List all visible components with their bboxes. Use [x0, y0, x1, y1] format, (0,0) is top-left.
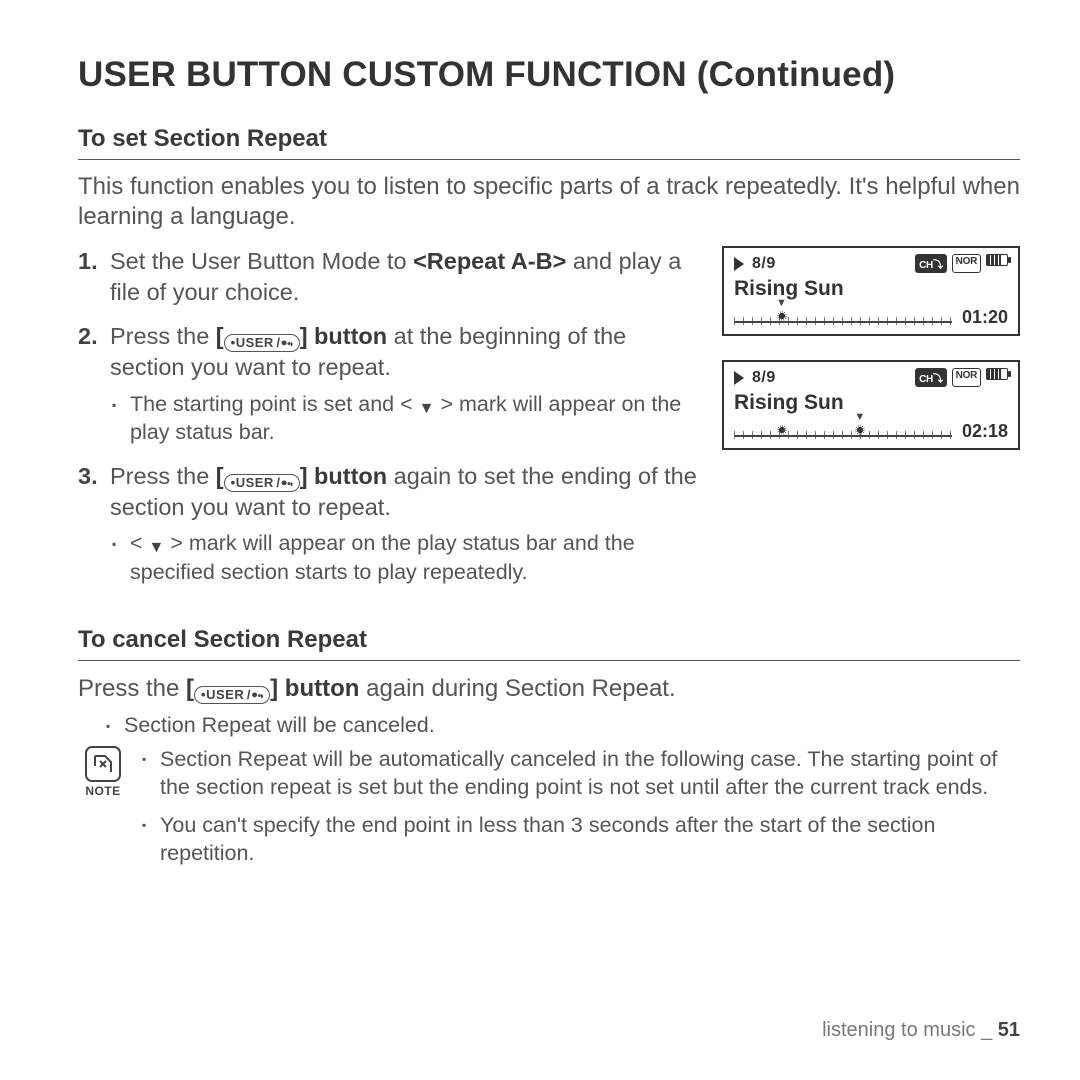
step-2-text-a: Press the [110, 323, 216, 349]
divider [78, 660, 1020, 661]
step-list: Set the User Button Mode to <Repeat A-B>… [78, 246, 704, 586]
play-icon [734, 371, 744, 385]
progress-bar [734, 426, 952, 440]
subheading-cancel: To cancel Section Repeat [78, 626, 1020, 654]
marker-b-icon [852, 420, 868, 436]
marker-a-icon [774, 420, 790, 436]
note-item-1: Section Repeat will be automatically can… [142, 746, 1020, 802]
badge-ch: CH⤵ [915, 368, 947, 387]
user-button-icon: USER [224, 474, 300, 492]
track-counter: 8/9 [752, 369, 776, 387]
step-3-button-ref: [USER] button [216, 463, 387, 489]
time-elapsed: 01:20 [962, 307, 1008, 328]
play-icon [734, 257, 744, 271]
step-3-text-a: Press the [110, 463, 216, 489]
user-button-icon: USER [224, 334, 300, 352]
subheading-set: To set Section Repeat [78, 125, 1020, 153]
step-2-sub: The starting point is set and < ▼ > mark… [112, 391, 704, 447]
badge-ch: CH⤵ [915, 254, 947, 273]
badge-nor: NOR [952, 254, 981, 273]
intro-text: This function enables you to listen to s… [78, 172, 1020, 232]
badge-nor: NOR [952, 368, 981, 387]
battery-icon [986, 254, 1008, 266]
step-1: Set the User Button Mode to <Repeat A-B>… [78, 246, 704, 307]
progress-bar [734, 312, 952, 326]
page-footer: listening to music _ 51 [822, 1019, 1020, 1042]
divider [78, 159, 1020, 160]
note-label: NOTE [78, 784, 128, 798]
marker-a-icon [774, 306, 790, 322]
page-number: 51 [998, 1019, 1020, 1041]
note-item-2: You can't specify the end point in less … [142, 812, 1020, 868]
note-icon [85, 746, 121, 782]
battery-icon [986, 368, 1008, 380]
mark-icon: ▼ [149, 538, 165, 558]
section-cancel-repeat: To cancel Section Repeat Press the [USER… [78, 626, 1020, 877]
user-button-icon: USER [194, 686, 270, 704]
track-counter: 8/9 [752, 255, 776, 273]
cancel-line: Press the [USER] button again during Sec… [78, 673, 1020, 704]
page-title: USER BUTTON CUSTOM FUNCTION (Continued) [78, 55, 1020, 95]
step-3: Press the [USER] button again to set the… [78, 461, 704, 587]
device-screen-2: 8/9 CH⤵ NOR Rising Sun 02:18 [722, 360, 1020, 450]
step-2-button-ref: [USER] button [216, 323, 387, 349]
song-title: Rising Sun [734, 391, 1008, 415]
section-set-repeat: To set Section Repeat This function enab… [78, 125, 1020, 600]
step-1-bold: <Repeat A-B> [413, 248, 566, 274]
step-1-text-a: Set the User Button Mode to [110, 248, 413, 274]
mark-icon: ▼ [419, 399, 435, 419]
cancel-sub: Section Repeat will be canceled. [106, 712, 1020, 740]
step-2: Press the [USER] button at the beginning… [78, 321, 704, 447]
note-block: NOTE Section Repeat will be automaticall… [78, 746, 1020, 878]
time-elapsed: 02:18 [962, 421, 1008, 442]
step-3-sub: < ▼ > mark will appear on the play statu… [112, 530, 704, 586]
device-screen-1: 8/9 CH⤵ NOR Rising Sun 01:20 [722, 246, 1020, 336]
